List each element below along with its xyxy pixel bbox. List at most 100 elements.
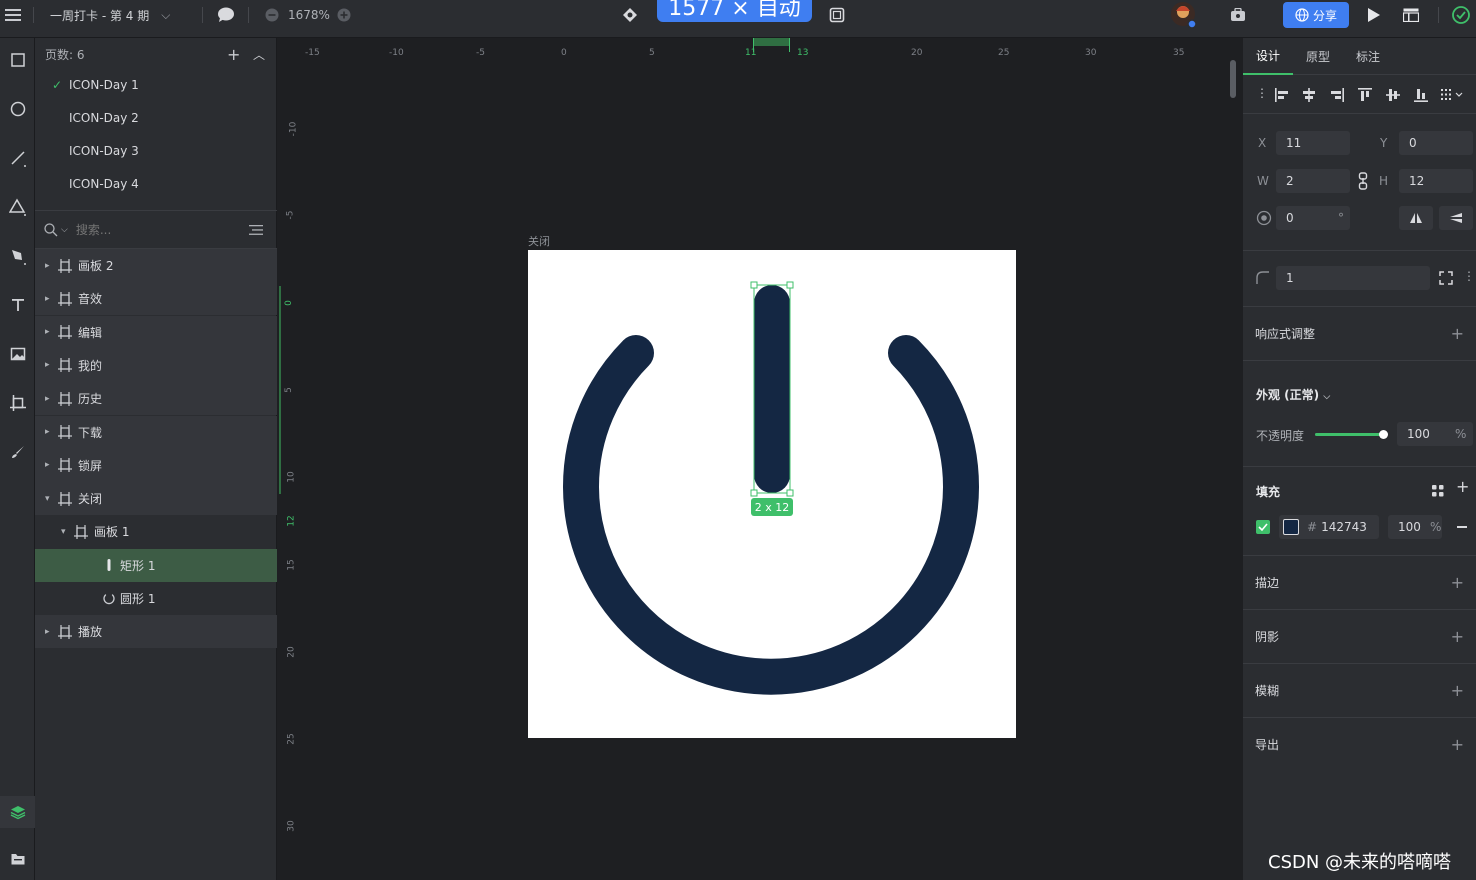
project-title[interactable]: 一周打卡 - 第 4 期 ⌵ (50, 0, 170, 30)
lock-ratio-icon[interactable] (1358, 172, 1368, 190)
layer-row[interactable]: ▾ 画板 1 (35, 515, 277, 548)
tab-design[interactable]: 设计 (1243, 38, 1293, 75)
align-right-icon[interactable] (1330, 88, 1344, 102)
text-tool-icon[interactable] (0, 289, 35, 321)
layer-row[interactable]: ▸ 播放 (35, 615, 277, 649)
triangle-tool-icon[interactable] (0, 191, 35, 223)
align-center-v-icon[interactable] (1386, 88, 1400, 102)
align-center-h-icon[interactable] (1302, 88, 1316, 102)
filter-icon[interactable] (249, 224, 263, 236)
flip-vertical-button[interactable] (1439, 206, 1473, 230)
flip-horizontal-button[interactable] (1399, 206, 1433, 230)
independent-corners-icon[interactable] (1439, 271, 1453, 285)
artboard[interactable]: 2 x 12 (528, 250, 1016, 738)
layout-icon[interactable] (1403, 0, 1419, 30)
page-item[interactable]: ✓ ICON-Day 1 (35, 68, 277, 101)
saved-check-icon[interactable] (1452, 0, 1470, 30)
artboard-label[interactable]: 关闭 (528, 233, 550, 249)
resize-handle[interactable] (750, 281, 758, 289)
frame-icon[interactable] (829, 0, 845, 30)
ellipse-tool-icon[interactable] (0, 93, 35, 125)
fill-enabled-checkbox[interactable] (1256, 520, 1270, 534)
align-top-icon[interactable] (1358, 88, 1372, 102)
shadow-section[interactable]: 阴影 + (1243, 609, 1476, 663)
align-bottom-icon[interactable] (1414, 88, 1428, 102)
x-input[interactable]: 11 (1276, 131, 1350, 155)
add-icon[interactable]: + (1451, 627, 1464, 646)
fill-color-input[interactable]: # 142743 (1279, 515, 1379, 539)
expand-arrow-open-icon[interactable]: ▾ (45, 494, 50, 504)
opacity-slider-knob[interactable] (1378, 430, 1388, 439)
y-input[interactable]: 0 (1399, 131, 1473, 155)
canvas[interactable]: -15 -10 -5 0 5 11 13 20 25 30 35 -10 -5 0 5 10 12 15 20 25… (277, 38, 1243, 880)
distribute-icon[interactable] (1441, 88, 1465, 102)
blur-section[interactable]: 模糊 + (1243, 663, 1476, 717)
tab-prototype[interactable]: 原型 (1293, 38, 1343, 75)
more-icon[interactable]: ⋮ (1463, 269, 1475, 283)
page-item[interactable]: ICON-Day 4 (35, 167, 277, 200)
layer-search[interactable]: ⌵ (35, 211, 277, 248)
layer-row[interactable]: ▸ 历史 (35, 382, 277, 416)
fill-opacity-input[interactable]: 100 % (1388, 515, 1442, 539)
assets-panel-icon[interactable] (0, 843, 35, 875)
remove-fill-icon[interactable] (1457, 526, 1467, 528)
page-item[interactable]: ICON-Day 2 (35, 101, 277, 134)
layer-row[interactable]: 矩形 1 (35, 548, 277, 582)
expand-arrow-icon[interactable]: ▸ (45, 460, 50, 470)
style-library-icon[interactable] (1432, 485, 1444, 497)
radius-input[interactable]: 1 (1276, 266, 1430, 290)
menu-icon[interactable] (4, 0, 22, 30)
expand-arrow-icon[interactable]: ▸ (45, 360, 50, 370)
power-icon[interactable] (528, 250, 1016, 738)
line-tool-icon[interactable] (0, 142, 35, 174)
brush-tool-icon[interactable] (0, 436, 35, 468)
page-item[interactable]: ICON-Day 3 (35, 134, 277, 167)
expand-arrow-icon[interactable]: ▸ (45, 427, 50, 437)
appearance-dropdown[interactable]: 外观 (正常) ⌵ (1256, 386, 1330, 403)
add-icon[interactable]: + (1451, 735, 1464, 754)
fill-color-swatch[interactable] (1283, 519, 1299, 535)
layer-row[interactable]: ▸ 我的 (35, 348, 277, 382)
opacity-input[interactable]: 100 % (1397, 422, 1473, 446)
image-tool-icon[interactable] (0, 338, 35, 370)
layer-row[interactable]: ▸ 下载 (35, 415, 277, 449)
expand-arrow-icon[interactable]: ▸ (45, 294, 50, 304)
opacity-slider[interactable] (1315, 430, 1388, 439)
layers-panel-icon[interactable] (0, 796, 35, 828)
rectangle-shape[interactable] (754, 285, 790, 493)
w-input[interactable]: 2 (1276, 169, 1350, 193)
add-page-icon[interactable]: + (227, 45, 240, 64)
play-icon[interactable] (1367, 0, 1381, 30)
component-icon[interactable] (622, 0, 638, 30)
expand-arrow-icon[interactable]: ▸ (45, 327, 50, 337)
canvas-scrollbar[interactable] (1230, 60, 1236, 98)
avatar[interactable] (1170, 0, 1198, 30)
rotation-input[interactable]: 0 ° (1276, 206, 1350, 230)
h-input[interactable]: 12 (1399, 169, 1473, 193)
rectangle-tool-icon[interactable] (0, 44, 35, 76)
layer-row[interactable]: ▸ 画板 2 (35, 249, 277, 282)
zoom-in-icon[interactable] (337, 0, 351, 30)
expand-arrow-icon[interactable]: ▸ (45, 394, 50, 404)
search-input[interactable] (75, 222, 226, 237)
plugin-icon[interactable] (1230, 0, 1246, 30)
layer-row[interactable]: ▸ 编辑 (35, 315, 277, 349)
add-icon[interactable]: + (1451, 324, 1464, 343)
layer-row[interactable]: ▾ 关闭 (35, 482, 277, 516)
more-icon[interactable]: ⋮ (1256, 86, 1268, 100)
expand-arrow-icon[interactable]: ▸ (45, 261, 50, 271)
tab-annotate[interactable]: 标注 (1343, 38, 1393, 75)
share-button[interactable]: 分享 (1283, 2, 1349, 28)
resize-handle[interactable] (786, 489, 794, 497)
resize-handle[interactable] (750, 489, 758, 497)
expand-arrow-open-icon[interactable]: ▾ (61, 527, 66, 537)
artboard-tool-icon[interactable] (0, 387, 35, 419)
layer-row[interactable]: ▸ 锁屏 (35, 448, 277, 482)
expand-arrow-icon[interactable]: ▸ (45, 627, 50, 637)
stroke-section[interactable]: 描边 + (1243, 555, 1476, 609)
zoom-level[interactable]: 1678% (288, 0, 330, 30)
add-icon[interactable]: + (1451, 681, 1464, 700)
frame-size-badge[interactable]: 1577 × 自动 (657, 0, 812, 22)
pen-tool-icon[interactable] (0, 240, 35, 272)
layer-row[interactable]: 圆形 1 (35, 582, 277, 615)
